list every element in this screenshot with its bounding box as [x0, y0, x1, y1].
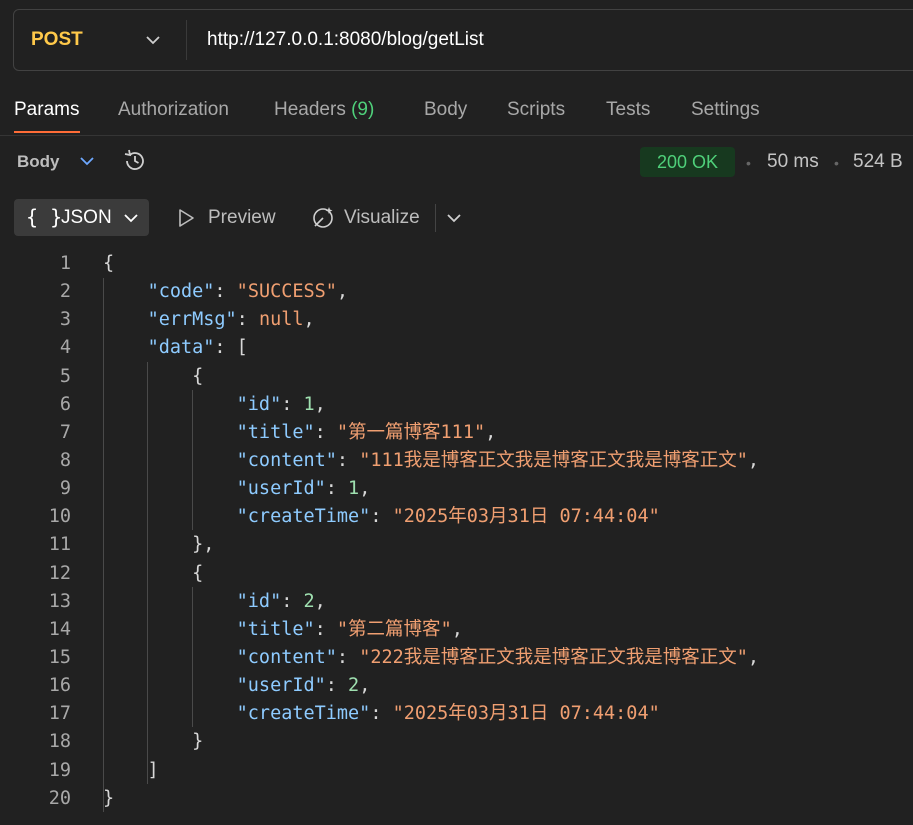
- code-line: 8 "content": "111我是博客正文我是博客正文我是博客正文",: [0, 447, 913, 475]
- line-number: 18: [48, 731, 71, 753]
- code-line: 4 "data": [: [0, 334, 913, 362]
- tab-body[interactable]: Body: [424, 99, 467, 121]
- code-line: 2 "code": "SUCCESS",: [0, 278, 913, 306]
- chevron-down-icon: [124, 214, 138, 223]
- preview-button[interactable]: Preview: [208, 207, 276, 229]
- line-number: 4: [59, 337, 71, 359]
- code-line: 1{: [0, 250, 913, 278]
- tab-tests[interactable]: Tests: [606, 99, 650, 121]
- code-line: 17 "createTime": "2025年03月31日 07:44:04": [0, 700, 913, 728]
- separator-dot: •: [834, 155, 839, 171]
- line-number: 10: [48, 506, 71, 528]
- play-icon[interactable]: [177, 207, 197, 229]
- tab-scripts[interactable]: Scripts: [507, 99, 565, 121]
- code-line: 9 "userId": 1,: [0, 475, 913, 503]
- url-input[interactable]: http://127.0.0.1:8080/blog/getList: [207, 29, 484, 51]
- json-value-code: SUCCESS: [247, 281, 326, 303]
- response-body-label[interactable]: Body: [17, 152, 60, 172]
- tab-headers-label: Headers: [274, 99, 346, 120]
- line-number: 11: [48, 534, 71, 556]
- json-value-userid: 2: [348, 675, 360, 697]
- format-select[interactable]: { } JSON: [14, 199, 149, 236]
- tab-params[interactable]: Params: [14, 99, 79, 121]
- line-number: 16: [48, 675, 71, 697]
- json-value-id: 2: [303, 590, 315, 612]
- code-line: 18 }: [0, 728, 913, 756]
- json-value-id: 1: [303, 393, 315, 415]
- visualize-icon[interactable]: [310, 204, 336, 230]
- separator-dot: •: [746, 155, 751, 171]
- chevron-down-icon[interactable]: [445, 209, 463, 227]
- line-number: 13: [48, 590, 71, 612]
- json-value-errmsg: null: [258, 309, 304, 331]
- tab-authorization[interactable]: Authorization: [118, 99, 229, 121]
- line-number: 6: [59, 393, 71, 415]
- code-line: 14 "title": "第二篇博客",: [0, 616, 913, 644]
- code-line: 3 "errMsg": null,: [0, 306, 913, 334]
- active-tab-indicator: [14, 131, 80, 133]
- code-line: 13 "id": 2,: [0, 588, 913, 616]
- code-line: 15 "content": "222我是博客正文我是博客正文我是博客正文",: [0, 644, 913, 672]
- chevron-down-icon[interactable]: [144, 31, 162, 49]
- line-number: 7: [59, 421, 71, 443]
- code-line: 6 "id": 1,: [0, 391, 913, 419]
- line-number: 2: [59, 281, 71, 303]
- code-line: 11 },: [0, 531, 913, 559]
- json-value-content: 222我是博客正文我是博客正文我是博客正文: [370, 646, 737, 668]
- json-value-title: 第一篇博客111: [348, 421, 474, 443]
- url-divider: [186, 20, 187, 60]
- headers-count: (9): [351, 99, 375, 120]
- tab-headers[interactable]: Headers (9): [274, 99, 374, 121]
- response-body-viewer[interactable]: 1{ 2 "code": "SUCCESS", 3 "errMsg": null…: [0, 250, 913, 813]
- line-number: 12: [48, 562, 71, 584]
- json-value-content: 111我是博客正文我是博客正文我是博客正文: [370, 449, 737, 471]
- code-line: 16 "userId": 2,: [0, 672, 913, 700]
- code-line: 20}: [0, 785, 913, 813]
- line-number: 20: [48, 787, 71, 809]
- line-number: 19: [48, 759, 71, 781]
- line-number: 15: [48, 646, 71, 668]
- response-time[interactable]: 50 ms: [767, 151, 819, 173]
- json-value-title: 第二篇博客: [348, 618, 441, 640]
- json-value-createtime: 2025年03月31日 07:44:04: [403, 506, 649, 528]
- visualize-button[interactable]: Visualize: [344, 207, 420, 229]
- chevron-down-icon[interactable]: [78, 152, 96, 170]
- code-line: 10 "createTime": "2025年03月31日 07:44:04": [0, 503, 913, 531]
- code-line: 7 "title": "第一篇博客111",: [0, 419, 913, 447]
- line-number: 8: [59, 449, 71, 471]
- line-number: 1: [59, 253, 71, 274]
- braces-icon: { }: [26, 205, 63, 229]
- json-value-userid: 1: [348, 478, 360, 500]
- code-line: 5 {: [0, 363, 913, 391]
- code-line: 12 {: [0, 560, 913, 588]
- method-select[interactable]: POST: [31, 29, 83, 51]
- line-number: 14: [48, 618, 71, 640]
- status-badge[interactable]: 200 OK: [640, 147, 735, 177]
- line-number: 3: [59, 309, 71, 331]
- line-number: 9: [59, 478, 71, 500]
- url-bar: POST http://127.0.0.1:8080/blog/getList: [13, 9, 913, 71]
- history-icon[interactable]: [122, 148, 148, 174]
- tabs-divider: [0, 135, 913, 136]
- line-number: 17: [48, 703, 71, 725]
- visualize-divider: [435, 204, 436, 232]
- json-value-createtime: 2025年03月31日 07:44:04: [403, 703, 649, 725]
- code-line: 19 ]: [0, 757, 913, 785]
- tab-settings[interactable]: Settings: [691, 99, 760, 121]
- format-label: JSON: [61, 207, 112, 228]
- response-size[interactable]: 524 B: [853, 151, 903, 173]
- line-number: 5: [59, 365, 71, 387]
